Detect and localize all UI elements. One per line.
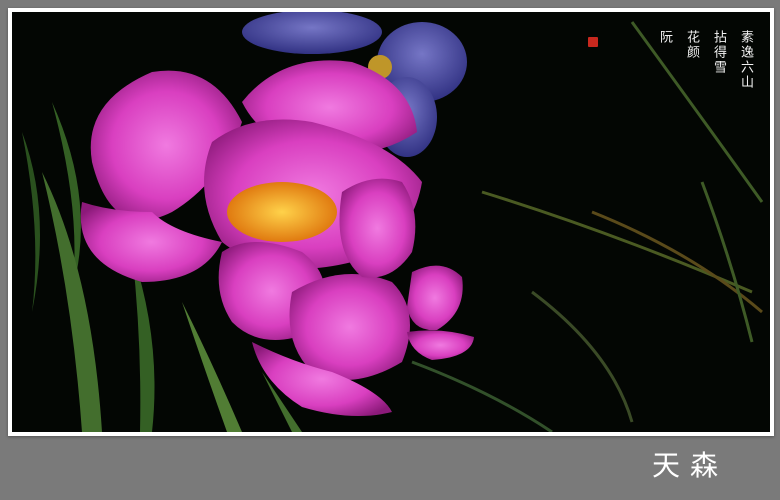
- calligraphy-inscription: 素逸六山 拈得雪 花颜 阮: [657, 30, 753, 90]
- photographer-signature: 天森: [652, 449, 729, 482]
- peony-illustration: [22, 12, 764, 432]
- seal-stamp: [588, 37, 598, 47]
- peony-photo: 素逸六山 拈得雪 花颜 阮: [12, 12, 770, 432]
- inscription-column: 拈得雪: [711, 30, 726, 75]
- inscription-column: 阮: [657, 30, 672, 45]
- photo-frame: 素逸六山 拈得雪 花颜 阮: [8, 8, 774, 436]
- inscription-column: 素逸六山: [738, 30, 753, 90]
- inscription-column: 花颜: [684, 30, 699, 60]
